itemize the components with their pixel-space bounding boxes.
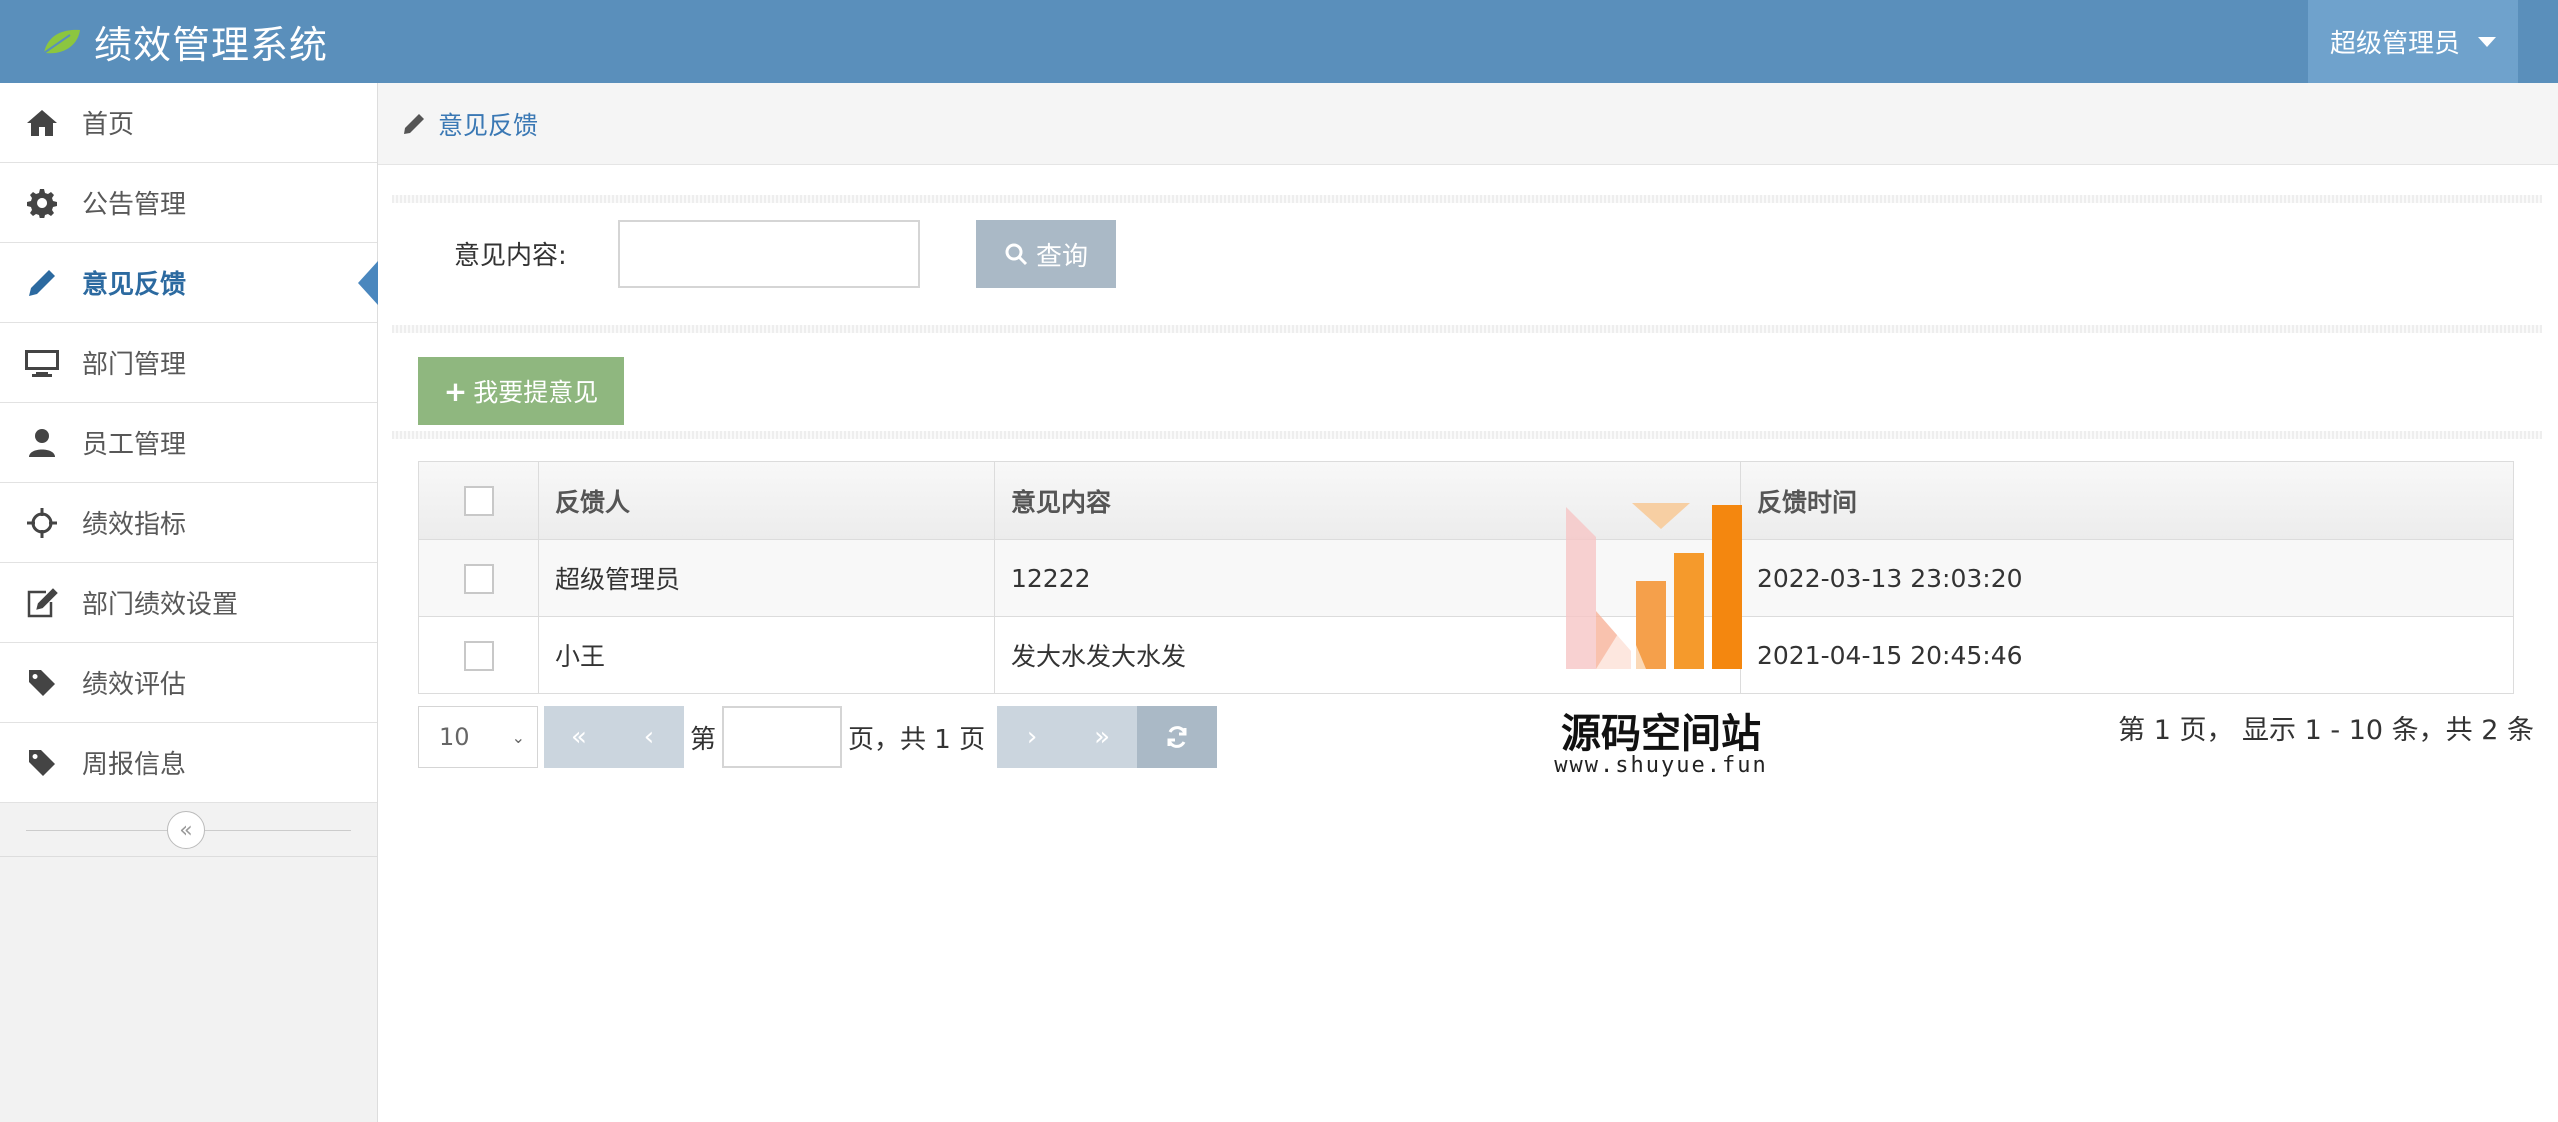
sidebar: 首页 公告管理 意见反馈 部门管理 员工管理 绩效指标 部门绩效设置 绩效评估 … <box>0 83 378 1122</box>
pager-info: 第 1 页， 显示 1 - 10 条，共 2 条 <box>2118 715 2534 746</box>
home-icon <box>22 103 62 143</box>
page-size-value: 10 <box>439 723 470 751</box>
app-title: 绩效管理系统 <box>94 23 329 67</box>
chevron-down-icon: ⌄ <box>511 727 525 747</box>
select-all-checkbox[interactable] <box>463 486 494 516</box>
table-row[interactable]: 超级管理员 12222 2022-03-13 23:03:20 <box>418 539 2514 617</box>
table-header-row: 反馈人 意见内容 反馈时间 <box>418 461 2514 540</box>
tag-icon <box>22 743 62 783</box>
sidebar-item-label: 绩效指标 <box>82 510 187 540</box>
user-menu-dropdown[interactable]: 超级管理员 <box>2308 0 2518 83</box>
feedback-table: 反馈人 意见内容 反馈时间 超级管理员 12222 2022-03-13 23:… <box>418 461 2514 694</box>
refresh-icon <box>1167 726 1187 748</box>
monitor-icon <box>22 343 62 383</box>
feedback-content-search-input[interactable] <box>618 220 920 288</box>
cell-submitter: 超级管理员 <box>538 539 995 617</box>
user-name: 超级管理员 <box>2329 29 2460 59</box>
divider <box>392 325 2542 333</box>
cell-time: 2021-04-15 20:45:46 <box>1740 616 2514 694</box>
pager-back-group: « ‹ <box>544 706 684 768</box>
page-size-select[interactable]: 10 ⌄ <box>418 706 538 768</box>
caret-down-icon <box>2478 36 2496 47</box>
pencil-icon <box>22 263 62 303</box>
row-select-cell <box>418 616 539 694</box>
sidebar-item-evaluation[interactable]: 绩效评估 <box>0 643 377 723</box>
crosshairs-icon <box>22 503 62 543</box>
sidebar-item-label: 公告管理 <box>82 190 187 220</box>
plus-icon: + <box>443 374 468 408</box>
page-suffix: 页，共 1 页 <box>848 724 986 755</box>
sidebar-item-label: 部门管理 <box>82 350 187 380</box>
sidebar-item-kpi[interactable]: 绩效指标 <box>0 483 377 563</box>
search-label: 意见内容: <box>454 241 567 271</box>
select-all-cell <box>418 461 539 540</box>
add-feedback-button[interactable]: + 我要提意见 <box>418 357 624 425</box>
brand: 绩效管理系统 <box>40 0 328 83</box>
collapse-sidebar-icon[interactable]: « <box>167 811 205 849</box>
sidebar-item-label: 员工管理 <box>82 430 187 460</box>
add-feedback-label: 我要提意见 <box>473 378 599 407</box>
column-header-time[interactable]: 反馈时间 <box>1740 461 2514 540</box>
gear-icon <box>22 183 62 223</box>
sidebar-item-announcements[interactable]: 公告管理 <box>0 163 377 243</box>
watermark-title: 源码空间站 <box>1561 711 1761 757</box>
sidebar-item-label: 部门绩效设置 <box>82 590 239 620</box>
top-header: 绩效管理系统 超级管理员 <box>0 0 2558 83</box>
sidebar-item-label: 首页 <box>82 110 135 140</box>
breadcrumb-current[interactable]: 意见反馈 <box>438 106 538 142</box>
first-page-button[interactable]: « <box>544 706 614 768</box>
search-button[interactable]: 查询 <box>976 220 1116 288</box>
sidebar-item-dept-kpi-settings[interactable]: 部门绩效设置 <box>0 563 377 643</box>
sidebar-collapse-row: « <box>0 803 377 857</box>
row-checkbox[interactable] <box>463 563 494 594</box>
row-select-cell <box>418 539 539 617</box>
pencil-icon <box>404 113 424 134</box>
pagination: 10 ⌄ « ‹ 第 页，共 1 页 › » <box>418 706 1218 768</box>
leaf-logo-icon <box>43 29 80 54</box>
refresh-button[interactable] <box>1137 706 1218 768</box>
watermark-url: www.shuyue.fun <box>1554 753 1768 778</box>
prev-page-button[interactable]: ‹ <box>614 706 684 768</box>
sidebar-item-weekly-report[interactable]: 周报信息 <box>0 723 377 803</box>
table-row[interactable]: 小王 发大水发大水发 2021-04-15 20:45:46 <box>418 616 2514 694</box>
cell-time: 2022-03-13 23:03:20 <box>1740 539 2514 617</box>
search-button-label: 查询 <box>1035 240 1088 271</box>
sidebar-item-home[interactable]: 首页 <box>0 83 377 163</box>
breadcrumb: 意见反馈 <box>378 83 2558 165</box>
page-prefix: 第 <box>690 724 717 755</box>
watermark-logo-icon <box>1566 503 1742 669</box>
row-checkbox[interactable] <box>463 640 494 671</box>
sidebar-item-label: 意见反馈 <box>82 270 187 300</box>
edit-icon <box>22 583 62 623</box>
page-number-input[interactable] <box>722 706 843 768</box>
sidebar-item-departments[interactable]: 部门管理 <box>0 323 377 403</box>
divider <box>392 195 2542 203</box>
divider <box>392 431 2542 439</box>
next-page-button[interactable]: › <box>997 706 1068 768</box>
sidebar-item-label: 周报信息 <box>82 750 187 780</box>
last-page-button[interactable]: » <box>1067 706 1138 768</box>
pager-forward-group: › » <box>997 706 1218 768</box>
sidebar-item-employees[interactable]: 员工管理 <box>0 403 377 483</box>
user-icon <box>22 423 62 463</box>
cell-submitter: 小王 <box>538 616 995 694</box>
search-icon <box>1005 243 1028 266</box>
watermark: 源码空间站 www.shuyue.fun <box>1546 501 1776 791</box>
sidebar-item-feedback[interactable]: 意见反馈 <box>0 243 378 323</box>
tag-icon <box>22 663 62 703</box>
sidebar-item-label: 绩效评估 <box>82 670 187 700</box>
main-content: 意见反馈 意见内容: 查询 + 我要提意见 反馈人 意见内容 反馈时间 超级管理… <box>378 83 2558 1122</box>
column-header-submitter[interactable]: 反馈人 <box>538 461 995 540</box>
